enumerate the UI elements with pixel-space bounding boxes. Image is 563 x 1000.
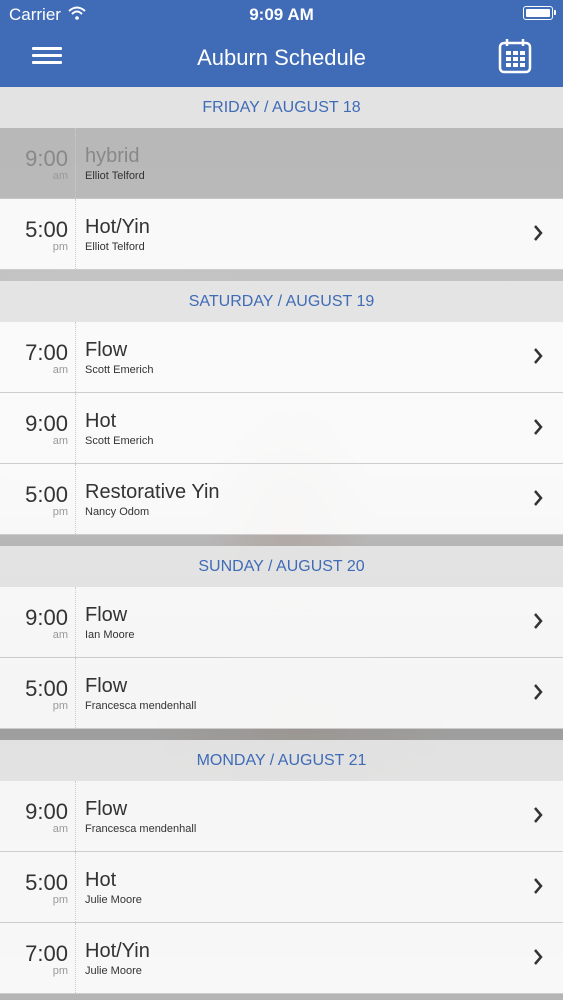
chevron-right-icon [533,684,543,700]
time-column: 9:00 am [0,393,76,463]
class-ampm: am [52,364,68,376]
class-ampm: pm [52,965,68,977]
class-row[interactable]: 9:00 am Hot Scott Emerich [0,393,563,464]
day-header: SUNDAY / AUGUST 20 [0,546,563,587]
instructor-name: Elliot Telford [85,241,145,253]
status-bar: Carrier 9:09 AM [0,0,563,28]
day-header: MONDAY / AUGUST 21 [0,740,563,781]
class-name: Flow [85,675,128,697]
calendar-icon[interactable] [498,38,532,74]
chevron-right-icon [533,949,543,965]
chevron-right-icon [533,807,543,823]
class-row[interactable]: 5:00 pm Hot/Yin Elliot Telford [0,199,563,270]
class-name: Flow [85,798,128,820]
status-time: 9:09 AM [249,5,314,24]
class-ampm: pm [52,894,68,906]
class-name: Hot/Yin [85,216,150,238]
class-ampm: am [52,170,68,182]
class-time: 5:00 [25,482,68,507]
class-time: 9:00 [25,799,68,824]
time-column: 7:00 pm [0,923,76,993]
instructor-name: Francesca mendenhall [85,700,197,712]
class-ampm: am [52,435,68,447]
time-column: 5:00 pm [0,464,76,534]
instructor-name: Julie Moore [85,894,142,906]
battery-icon [523,6,556,20]
class-time: 9:00 [25,411,68,436]
time-column: 5:00 pm [0,658,76,728]
time-column: 5:00 pm [0,199,76,269]
day-header: SATURDAY / AUGUST 19 [0,281,563,322]
class-time: 9:00 [25,146,68,171]
nav-bar: Auburn Schedule [0,28,563,87]
time-column: 9:00 am [0,781,76,851]
class-row[interactable]: 7:00 pm Hot/Yin Julie Moore [0,923,563,994]
class-name: hybrid [85,145,140,167]
chevron-right-icon [533,348,543,364]
class-row[interactable]: 9:00 am Flow Francesca mendenhall [0,781,563,852]
instructor-name: Nancy Odom [85,506,150,518]
class-ampm: pm [52,700,68,712]
class-row: 9:00 am hybrid Elliot Telford [0,128,563,199]
class-ampm: am [52,823,68,835]
class-name: Hot/Yin [85,940,150,962]
time-column: 5:00 pm [0,852,76,922]
class-row[interactable]: 5:00 pm Restorative Yin Nancy Odom [0,464,563,535]
class-time: 5:00 [25,870,68,895]
app-header: Carrier 9:09 AM Auburn Schedule [0,0,563,87]
class-name: Hot [85,869,117,891]
class-name: Hot [85,410,117,432]
class-ampm: am [52,629,68,641]
class-row[interactable]: 7:00 am Flow Scott Emerich [0,322,563,393]
page-title: Auburn Schedule [197,45,366,70]
schedule-list: FRIDAY / AUGUST 18 9:00 am hybrid Elliot… [0,87,563,994]
time-column: 9:00 am [0,587,76,657]
class-time: 7:00 [25,340,68,365]
class-row[interactable]: 5:00 pm Flow Francesca mendenhall [0,658,563,729]
chevron-right-icon [533,613,543,629]
day-header: FRIDAY / AUGUST 18 [0,87,563,128]
class-name: Flow [85,339,128,361]
chevron-right-icon [533,225,543,241]
instructor-name: Francesca mendenhall [85,823,197,835]
class-time: 5:00 [25,217,68,242]
class-time: 9:00 [25,605,68,630]
class-name: Flow [85,604,128,626]
class-time: 5:00 [25,676,68,701]
chevron-right-icon [533,419,543,435]
instructor-name: Elliot Telford [85,170,145,182]
instructor-name: Ian Moore [85,629,135,641]
class-ampm: pm [52,506,68,518]
instructor-name: Scott Emerich [85,435,154,447]
instructor-name: Scott Emerich [85,364,154,376]
class-row[interactable]: 9:00 am Flow Ian Moore [0,587,563,658]
chevron-right-icon [533,490,543,506]
time-column: 9:00 am [0,128,76,198]
instructor-name: Julie Moore [85,965,142,977]
class-ampm: pm [52,241,68,253]
class-time: 7:00 [25,941,68,966]
class-row[interactable]: 5:00 pm Hot Julie Moore [0,852,563,923]
class-name: Restorative Yin [85,481,220,503]
chevron-right-icon [533,878,543,894]
time-column: 7:00 am [0,322,76,392]
